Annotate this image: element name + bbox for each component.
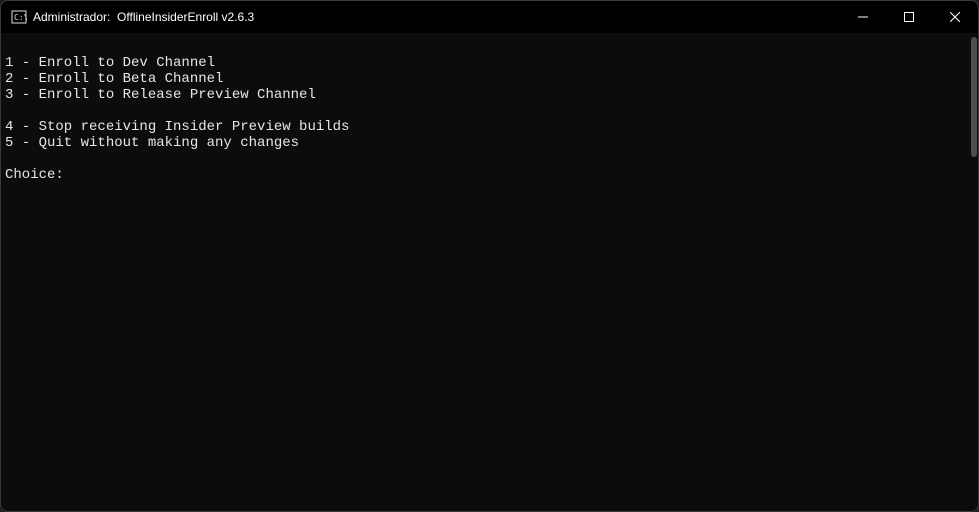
scrollbar[interactable]	[968, 33, 978, 511]
maximize-button[interactable]	[886, 1, 932, 33]
console-output[interactable]: 1 - Enroll to Dev Channel 2 - Enroll to …	[1, 33, 968, 511]
window-title: Administrador: OfflineInsiderEnroll v2.6…	[33, 10, 254, 24]
minimize-button[interactable]	[840, 1, 886, 33]
svg-text:C:\: C:\	[14, 13, 27, 22]
cmd-icon: C:\	[11, 9, 27, 25]
scrollbar-thumb[interactable]	[971, 37, 977, 157]
titlebar[interactable]: C:\ Administrador: OfflineInsiderEnroll …	[1, 1, 978, 33]
close-button[interactable]	[932, 1, 978, 33]
console-window: C:\ Administrador: OfflineInsiderEnroll …	[0, 0, 979, 512]
client-area: 1 - Enroll to Dev Channel 2 - Enroll to …	[1, 33, 978, 511]
